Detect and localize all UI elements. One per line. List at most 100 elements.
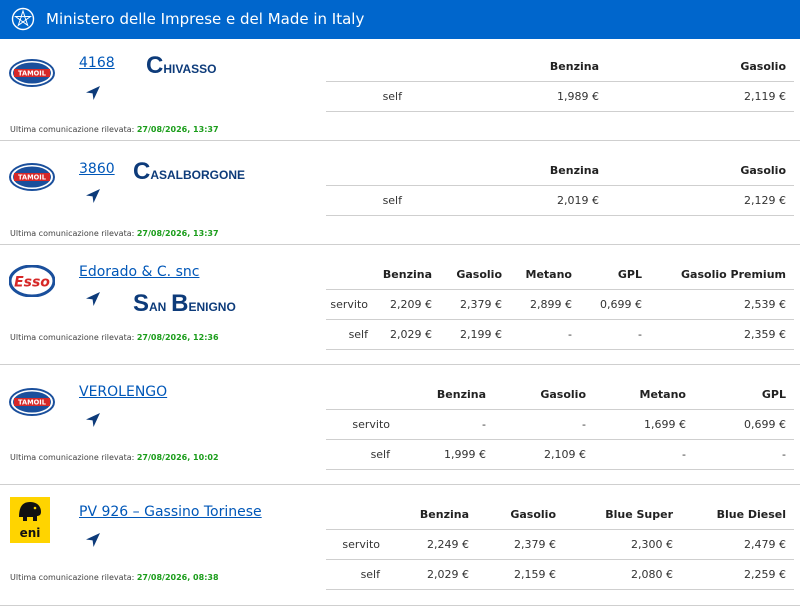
table-header: Metano bbox=[510, 260, 580, 290]
station-link[interactable]: PV 926 – Gassino Torinese bbox=[79, 504, 262, 520]
last-update-date: 27/08/2026, 12:36 bbox=[136, 333, 219, 342]
station-city: Casalborgone bbox=[133, 158, 246, 185]
price-cell: - bbox=[494, 409, 594, 440]
table-header: Blue Super bbox=[564, 500, 681, 530]
table-header: Gasolio bbox=[607, 156, 794, 186]
last-update-date: 27/08/2026, 08:38 bbox=[136, 573, 219, 582]
table-row: self 1,989 € 2,119 € bbox=[326, 81, 794, 112]
table-header: Benzina bbox=[386, 500, 477, 530]
station-card: TAMOIL 4168 Chivasso Ultima comunicazion… bbox=[0, 40, 800, 140]
price-cell: 2,379 € bbox=[477, 529, 564, 560]
svg-text:TAMOIL: TAMOIL bbox=[18, 399, 47, 407]
price-cell: 2,300 € bbox=[564, 529, 681, 560]
last-update-date: 27/08/2026, 10:02 bbox=[136, 453, 219, 462]
station-link[interactable]: Edorado & C. snc bbox=[79, 264, 199, 280]
svg-text:TAMOIL: TAMOIL bbox=[18, 174, 47, 182]
service-type: self bbox=[326, 439, 394, 470]
republic-emblem-icon bbox=[11, 7, 35, 31]
table-header: Benzina bbox=[394, 380, 494, 410]
price-cell: 1,699 € bbox=[594, 409, 694, 440]
price-cell: 0,699 € bbox=[580, 289, 650, 320]
price-cell: 2,080 € bbox=[564, 559, 681, 590]
eni-logo-icon: eni bbox=[10, 497, 50, 543]
tamoil-logo-icon: TAMOIL bbox=[9, 388, 55, 416]
last-update-text: Ultima comunicazione rilevata: 27/08/202… bbox=[10, 125, 219, 134]
table-header bbox=[326, 380, 394, 410]
price-cell: 2,129 € bbox=[607, 185, 794, 216]
navigate-icon[interactable] bbox=[84, 290, 102, 308]
price-table: Benzina Gasolio Metano GPL Gasolio Premi… bbox=[326, 260, 794, 350]
price-cell: 2,539 € bbox=[650, 289, 794, 320]
svg-text:Esso: Esso bbox=[14, 275, 50, 291]
station-city: San Benigno bbox=[133, 290, 236, 317]
price-cell: 1,989 € bbox=[420, 81, 607, 112]
service-type: servito bbox=[326, 529, 386, 560]
top-header: Ministero delle Imprese e del Made in It… bbox=[0, 0, 800, 39]
station-card: Esso Edorado & C. snc San Benigno Ultima… bbox=[0, 245, 800, 364]
table-header-row: Benzina Gasolio bbox=[326, 52, 794, 82]
table-header: Gasolio bbox=[440, 260, 510, 290]
station-link[interactable]: 4168 bbox=[79, 55, 115, 71]
price-cell: 2,109 € bbox=[494, 439, 594, 470]
service-type: self bbox=[326, 559, 386, 590]
price-cell: 2,249 € bbox=[386, 529, 477, 560]
price-cell: - bbox=[394, 409, 494, 440]
price-cell: 2,359 € bbox=[650, 319, 794, 350]
service-type: servito bbox=[326, 289, 374, 320]
navigate-icon[interactable] bbox=[84, 187, 102, 205]
svg-text:eni: eni bbox=[20, 526, 41, 540]
price-cell: 2,159 € bbox=[477, 559, 564, 590]
page-title: Ministero delle Imprese e del Made in It… bbox=[46, 10, 365, 28]
price-cell: 2,029 € bbox=[374, 319, 440, 350]
table-header: Benzina bbox=[374, 260, 440, 290]
table-header bbox=[326, 52, 420, 82]
last-update-text: Ultima comunicazione rilevata: 27/08/202… bbox=[10, 573, 219, 582]
table-header: Blue Diesel bbox=[681, 500, 794, 530]
price-cell: 2,379 € bbox=[440, 289, 510, 320]
station-link[interactable]: 3860 bbox=[79, 161, 115, 177]
price-cell: 2,019 € bbox=[420, 185, 607, 216]
table-header: GPL bbox=[580, 260, 650, 290]
price-cell: 2,899 € bbox=[510, 289, 580, 320]
price-cell: - bbox=[694, 439, 794, 470]
price-cell: - bbox=[594, 439, 694, 470]
price-table: Benzina Gasolio self 1,989 € 2,119 € bbox=[326, 52, 794, 112]
table-row: self 1,999 € 2,109 € - - bbox=[326, 439, 794, 470]
navigate-icon[interactable] bbox=[84, 84, 102, 102]
price-cell: 2,029 € bbox=[386, 559, 477, 590]
service-type: servito bbox=[326, 409, 394, 440]
table-header: Metano bbox=[594, 380, 694, 410]
last-update-text: Ultima comunicazione rilevata: 27/08/202… bbox=[10, 229, 219, 238]
navigate-icon[interactable] bbox=[84, 411, 102, 429]
table-header: Gasolio Premium bbox=[650, 260, 794, 290]
station-card: eni PV 926 – Gassino Torinese Ultima com… bbox=[0, 485, 800, 605]
table-header: GPL bbox=[694, 380, 794, 410]
table-row: self 2,019 € 2,129 € bbox=[326, 185, 794, 216]
table-header bbox=[326, 156, 420, 186]
station-city: Chivasso bbox=[146, 52, 217, 79]
table-header bbox=[326, 260, 374, 290]
price-table: Benzina Gasolio self 2,019 € 2,129 € bbox=[326, 156, 794, 216]
price-table: Benzina Gasolio Blue Super Blue Diesel s… bbox=[326, 500, 794, 590]
service-type: self bbox=[326, 319, 374, 350]
last-update-text: Ultima comunicazione rilevata: 27/08/202… bbox=[10, 333, 219, 342]
price-cell: 2,209 € bbox=[374, 289, 440, 320]
table-row: servito 2,249 € 2,379 € 2,300 € 2,479 € bbox=[326, 529, 794, 560]
service-type: self bbox=[326, 81, 420, 112]
price-cell: 2,259 € bbox=[681, 559, 794, 590]
price-cell: 1,999 € bbox=[394, 439, 494, 470]
price-cell: 0,699 € bbox=[694, 409, 794, 440]
table-header: Gasolio bbox=[494, 380, 594, 410]
tamoil-logo-icon: TAMOIL bbox=[9, 59, 55, 87]
table-row: self 2,029 € 2,199 € - - 2,359 € bbox=[326, 319, 794, 350]
price-cell: 2,119 € bbox=[607, 81, 794, 112]
station-link[interactable]: VEROLENGO bbox=[79, 384, 167, 400]
table-row: servito 2,209 € 2,379 € 2,899 € 0,699 € … bbox=[326, 289, 794, 320]
navigate-icon[interactable] bbox=[84, 531, 102, 549]
table-header-row: Benzina Gasolio Metano GPL bbox=[326, 380, 794, 410]
station-card: TAMOIL VEROLENGO Ultima comunicazione ri… bbox=[0, 365, 800, 484]
table-header: Benzina bbox=[420, 156, 607, 186]
table-header: Gasolio bbox=[477, 500, 564, 530]
price-cell: - bbox=[580, 319, 650, 350]
station-card: TAMOIL 3860 Casalborgone Ultima comunica… bbox=[0, 141, 800, 244]
